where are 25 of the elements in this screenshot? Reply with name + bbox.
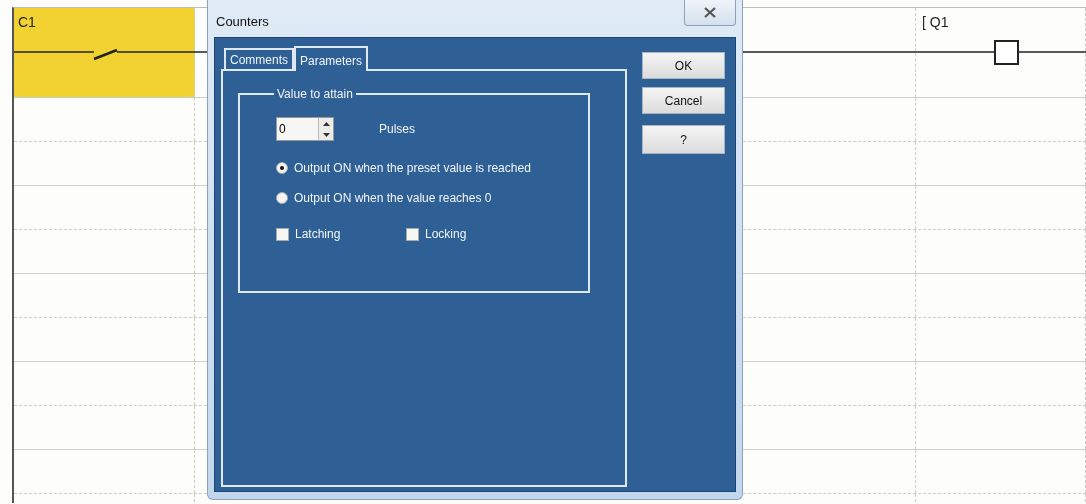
up-arrow-icon bbox=[322, 121, 330, 126]
checkbox[interactable] bbox=[276, 227, 289, 241]
coil-label: [ Q1 bbox=[922, 14, 949, 30]
checkbox-option[interactable]: Latching bbox=[276, 227, 406, 241]
window-title: Counters bbox=[216, 14, 269, 29]
radio-option[interactable]: Output ON when the preset value is reached bbox=[276, 161, 531, 175]
checkbox[interactable] bbox=[406, 227, 419, 241]
tab[interactable]: Comments bbox=[224, 48, 294, 69]
down-arrow-icon bbox=[322, 132, 330, 137]
tab[interactable]: Parameters bbox=[294, 46, 369, 71]
pulses-label: Pulses bbox=[379, 122, 416, 136]
group-title: Value to attain bbox=[276, 87, 354, 101]
help-button[interactable]: ? bbox=[642, 125, 725, 154]
contact-cell[interactable]: C1 bbox=[14, 8, 195, 97]
cancel-button[interactable]: Cancel bbox=[642, 87, 725, 114]
close-button[interactable] bbox=[684, 0, 736, 26]
contact-label: C1 bbox=[18, 14, 36, 30]
checkbox-option[interactable]: Locking bbox=[406, 227, 536, 241]
close-icon bbox=[704, 7, 716, 18]
radio-button[interactable] bbox=[276, 192, 288, 204]
pulses-field[interactable]: 0 bbox=[276, 117, 318, 141]
spin-buttons[interactable] bbox=[318, 117, 334, 141]
radio-option[interactable]: Output ON when the value reaches 0 bbox=[276, 191, 492, 205]
radio-button[interactable] bbox=[276, 162, 288, 174]
ok-button[interactable]: OK bbox=[642, 52, 725, 79]
